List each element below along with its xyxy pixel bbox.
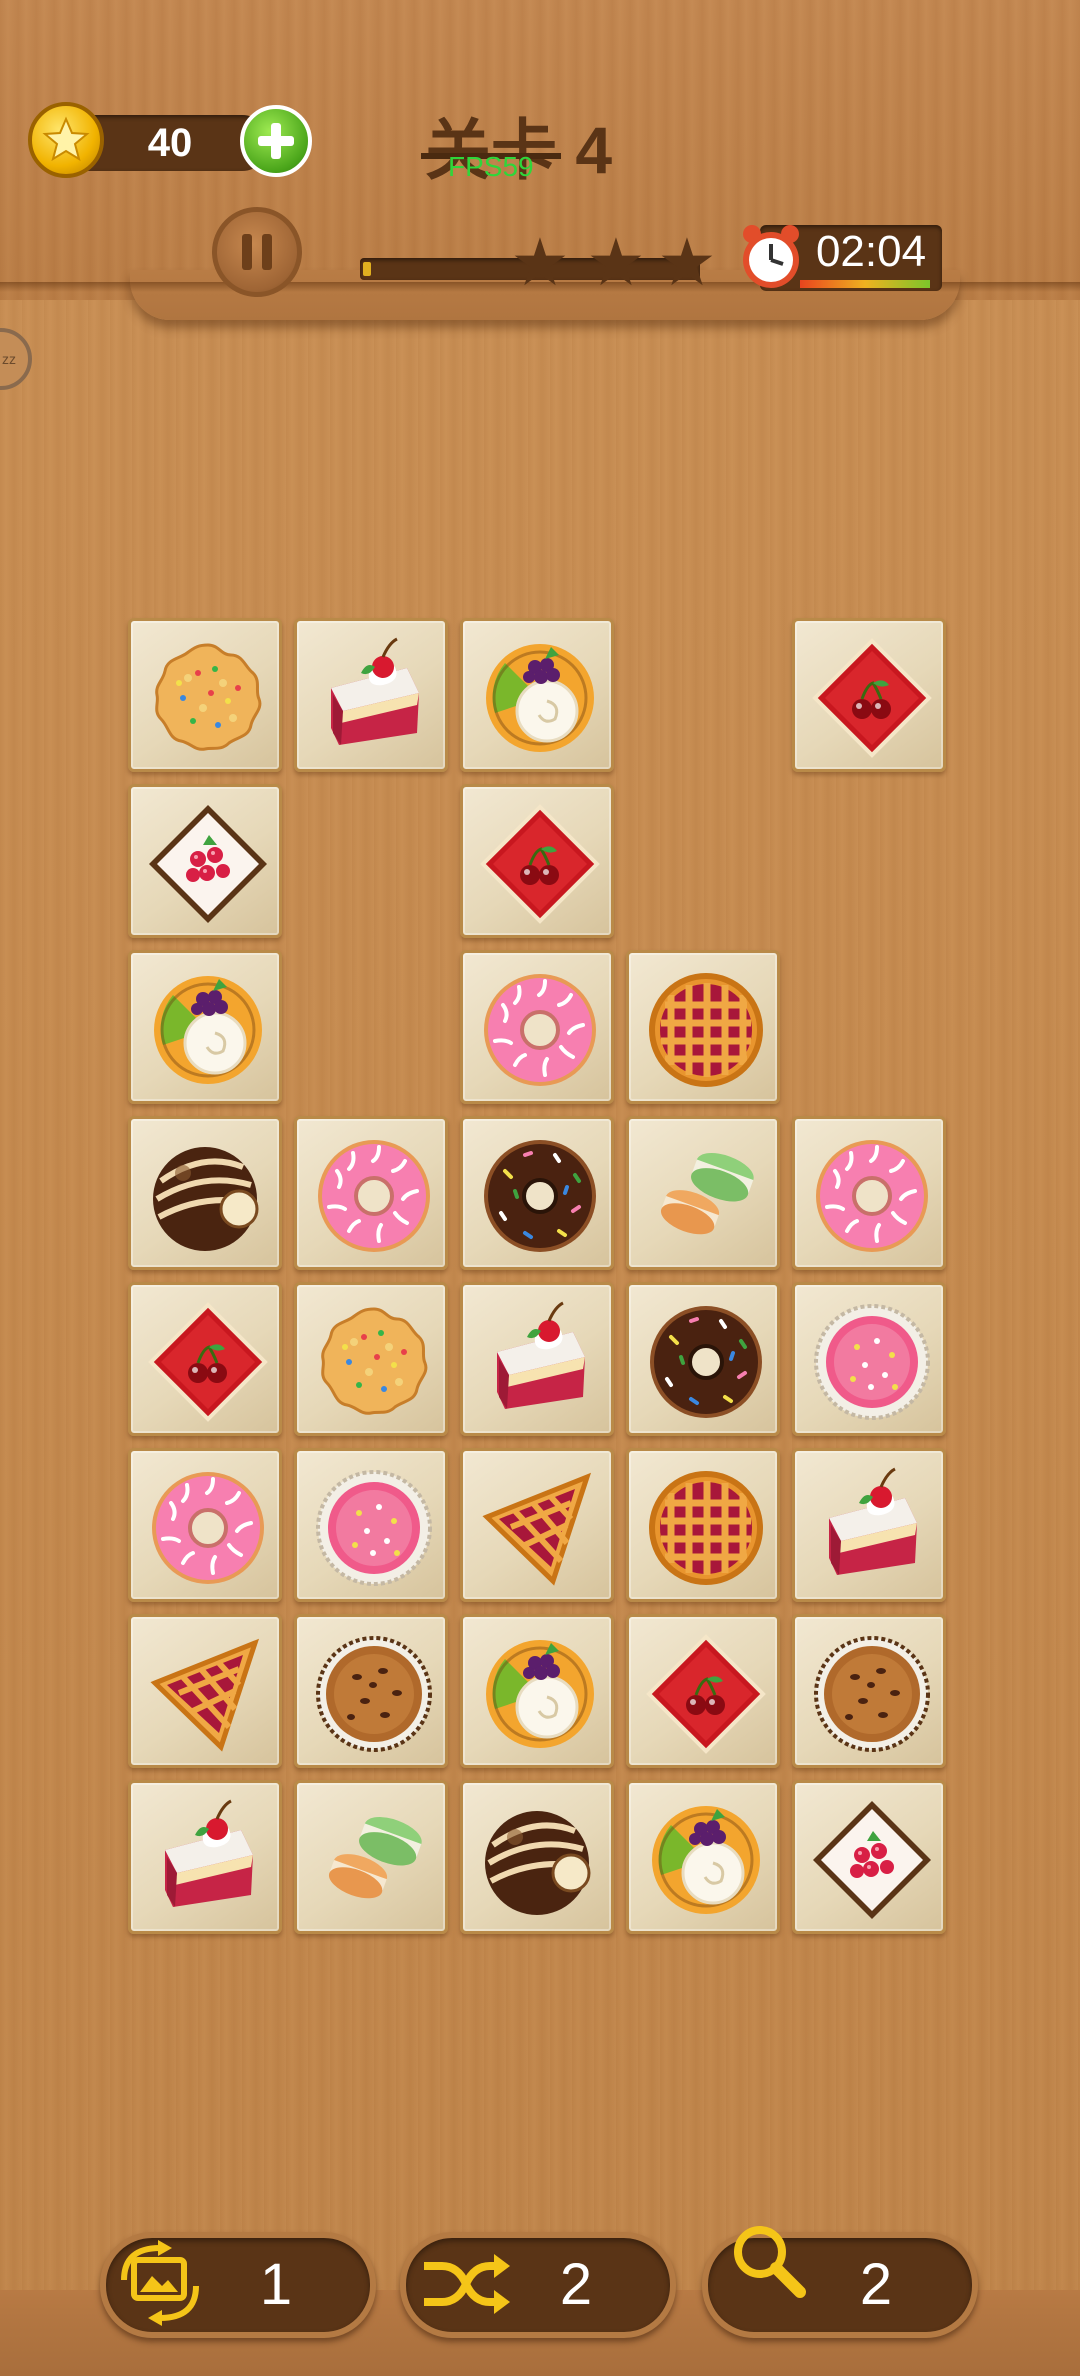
tile-fruit-tart[interactable] <box>460 618 614 772</box>
tile-cherry-diamond[interactable] <box>460 784 614 938</box>
tile-lattice-pie[interactable] <box>626 1448 780 1602</box>
tile-cake-slice[interactable] <box>294 618 448 772</box>
refresh-count: 1 <box>259 2252 293 2317</box>
tile-cherry-diamond[interactable] <box>626 1614 780 1768</box>
tile-cake-slice[interactable] <box>128 1780 282 1934</box>
alarm-clock-icon <box>743 225 799 288</box>
fruit-tart-icon <box>154 976 262 1084</box>
tile-pink-donut[interactable] <box>128 1448 282 1602</box>
hint-count: 2 <box>859 2252 893 2317</box>
tile-pink-donut[interactable] <box>294 1116 448 1270</box>
pink-cupcake-icon <box>316 1470 432 1586</box>
tile-fruit-tart[interactable] <box>626 1780 780 1934</box>
pause-icon-bar-left <box>242 234 252 270</box>
cake-slice-icon <box>331 637 419 745</box>
chocolate-chip-muffin-icon <box>316 1636 432 1752</box>
macarons-icon <box>660 1153 754 1235</box>
coin-count: 40 <box>147 121 193 165</box>
side-menu-button[interactable]: zz <box>0 328 32 390</box>
tile-chocolate-donut[interactable] <box>626 1282 780 1436</box>
tile-cookie[interactable] <box>128 618 282 772</box>
tile-fruit-tart[interactable] <box>460 1614 614 1768</box>
tile-chocolate-donut[interactable] <box>460 1116 614 1270</box>
shuffle-icon <box>424 2254 510 2314</box>
macarons-icon <box>328 1817 422 1899</box>
level-number: 4 <box>575 113 613 187</box>
pink-donut-icon <box>816 1140 928 1252</box>
magnifier-icon <box>734 2226 806 2298</box>
pink-donut-icon <box>318 1140 430 1252</box>
pink-cupcake-icon <box>814 1304 930 1420</box>
raspberry-diamond-icon <box>813 1801 931 1919</box>
tile-cake-slice[interactable] <box>792 1448 946 1602</box>
timer-text: 02:04 <box>815 227 927 276</box>
tile-pink-donut[interactable] <box>460 950 614 1104</box>
chocolate-truffle-icon <box>485 1811 591 1915</box>
shuffle-count: 2 <box>559 2252 593 2317</box>
tile-macarons[interactable] <box>294 1780 448 1934</box>
lattice-pie-icon <box>649 1471 763 1585</box>
tile-pie-slice[interactable] <box>128 1614 282 1768</box>
chocolate-donut-icon <box>484 1140 596 1252</box>
cake-slice-icon <box>497 1301 585 1409</box>
tile-pie-slice[interactable] <box>460 1448 614 1602</box>
progress-star-icon: ★ <box>586 225 646 299</box>
lattice-pie-icon <box>649 973 763 1087</box>
fruit-tart-icon <box>652 1806 760 1914</box>
tile-cookie[interactable] <box>294 1282 448 1436</box>
progress-star-icon: ★ <box>510 225 570 299</box>
fruit-tart-icon <box>486 1640 594 1748</box>
tile-chocolate-chip-muffin[interactable] <box>792 1614 946 1768</box>
tile-macarons[interactable] <box>626 1116 780 1270</box>
tile-chocolate-chip-muffin[interactable] <box>294 1614 448 1768</box>
pie-slice-icon <box>482 1472 592 1586</box>
star-coin-icon <box>28 102 104 178</box>
tile-chocolate-truffle[interactable] <box>460 1780 614 1934</box>
progress-star-icon: ★ <box>657 225 717 299</box>
fps-counter: FPS59 <box>448 151 534 182</box>
tile-cherry-diamond[interactable] <box>128 1282 282 1436</box>
pause-button[interactable] <box>212 207 302 297</box>
cookie-icon <box>155 643 262 751</box>
cherry-diamond-icon <box>148 1302 268 1422</box>
cookie-icon <box>321 1307 428 1415</box>
pink-donut-icon <box>484 974 596 1086</box>
tile-fruit-tart[interactable] <box>128 950 282 1104</box>
cherry-diamond-icon <box>812 638 932 758</box>
fruit-tart-icon <box>486 644 594 752</box>
chocolate-truffle-icon <box>153 1147 259 1251</box>
timer-bar <box>800 280 930 288</box>
add-coins-button[interactable] <box>240 105 312 177</box>
cake-slice-icon <box>829 1467 917 1575</box>
tile-lattice-pie[interactable] <box>626 950 780 1104</box>
cherry-diamond-icon <box>646 1634 766 1754</box>
tile-pink-cupcake[interactable] <box>294 1448 448 1602</box>
chocolate-chip-muffin-icon <box>814 1636 930 1752</box>
chocolate-donut-icon <box>650 1306 762 1418</box>
pink-donut-icon <box>152 1472 264 1584</box>
cherry-diamond-icon <box>480 804 600 924</box>
tile-pink-donut[interactable] <box>792 1116 946 1270</box>
tile-pink-cupcake[interactable] <box>792 1282 946 1436</box>
cake-slice-icon <box>165 1799 253 1907</box>
tile-raspberry-diamond[interactable] <box>128 784 282 938</box>
pie-slice-icon <box>150 1638 260 1752</box>
plus-icon <box>258 123 294 159</box>
pause-icon-bar-right <box>262 234 272 270</box>
image-refresh-icon <box>121 2240 199 2326</box>
tile-raspberry-diamond[interactable] <box>792 1780 946 1934</box>
tile-chocolate-truffle[interactable] <box>128 1116 282 1270</box>
tile-cake-slice[interactable] <box>460 1282 614 1436</box>
tile-cherry-diamond[interactable] <box>792 618 946 772</box>
raspberry-diamond-icon <box>149 805 267 923</box>
level-progress-fill <box>363 262 371 276</box>
